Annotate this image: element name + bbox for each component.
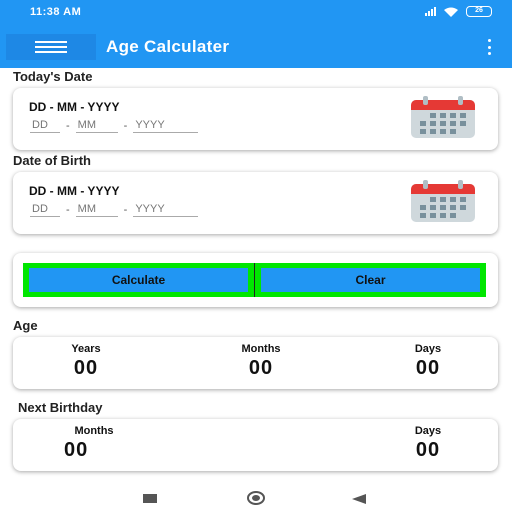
age-days-value: 00 (415, 357, 441, 379)
recent-apps-icon[interactable] (143, 494, 157, 503)
dob-format: DD - MM - YYYY (29, 184, 120, 198)
calculate-button[interactable]: Calculate (29, 268, 248, 292)
next-birthday-card: Months 00 Days 00 (13, 419, 498, 471)
dob-card: DD - MM - YYYY - - (13, 172, 498, 234)
age-years: Years 00 (51, 343, 121, 380)
todays-year-input[interactable] (133, 118, 199, 133)
next-birthday-days-value: 00 (415, 439, 441, 461)
back-icon[interactable] (352, 494, 366, 504)
age-days-label: Days (414, 343, 442, 355)
battery-icon: 26 (466, 6, 492, 17)
app-screen: 11:38 AM 26 Age Calculater Today's Date … (0, 0, 512, 512)
age-years-value: 00 (73, 357, 99, 379)
app-title: Age Calculater (106, 37, 230, 56)
next-birthday-days: Days 00 (393, 425, 463, 462)
dob-day-input[interactable] (30, 202, 60, 217)
age-days: Days 00 (393, 343, 463, 380)
next-birthday-months-value: 00 (64, 439, 89, 461)
age-months: Months 00 (221, 343, 301, 380)
dob-heading: Date of Birth (13, 153, 91, 168)
dob-month-input[interactable] (75, 202, 118, 217)
status-time: 11:38 AM (30, 6, 82, 18)
date-separator: - (66, 203, 70, 216)
todays-date-inputs: - - (30, 118, 199, 133)
next-birthday-heading: Next Birthday (18, 400, 103, 415)
wifi-icon (444, 7, 458, 17)
dob-year-input[interactable] (133, 202, 199, 217)
button-panel: Calculate Clear (23, 263, 486, 297)
next-birthday-months: Months 00 (51, 425, 137, 462)
date-separator: - (66, 119, 70, 132)
menu-button[interactable] (6, 34, 96, 60)
todays-date-heading: Today's Date (13, 69, 93, 84)
date-separator: - (123, 119, 128, 132)
overflow-menu-button[interactable] (486, 39, 492, 55)
calendar-icon[interactable] (411, 180, 475, 222)
signal-icon (425, 7, 436, 16)
next-birthday-days-label: Days (414, 425, 442, 437)
calendar-icon[interactable] (411, 96, 475, 138)
todays-date-card: DD - MM - YYYY - - (13, 88, 498, 150)
age-months-label: Months (241, 343, 281, 355)
clear-button[interactable]: Clear (261, 268, 480, 292)
todays-month-input[interactable] (75, 118, 118, 133)
age-heading: Age (13, 318, 38, 333)
age-card: Years 00 Months 00 Days 00 (13, 337, 498, 389)
button-divider (254, 263, 255, 297)
home-icon[interactable] (247, 491, 265, 505)
more-vert-icon (487, 39, 491, 42)
age-months-value: 00 (248, 357, 274, 379)
navigation-bar (0, 484, 512, 512)
todays-day-input[interactable] (30, 118, 60, 133)
date-separator: - (123, 203, 128, 216)
hamburger-icon (35, 41, 67, 43)
age-years-label: Years (71, 343, 101, 355)
status-icons: 26 (425, 6, 492, 17)
app-bar: Age Calculater (0, 26, 512, 68)
status-bar: 11:38 AM 26 (0, 0, 512, 26)
dob-inputs: - - (30, 202, 199, 217)
actions-card: Calculate Clear (13, 253, 498, 307)
next-birthday-months-label: Months (74, 425, 114, 437)
todays-date-format: DD - MM - YYYY (29, 100, 120, 114)
